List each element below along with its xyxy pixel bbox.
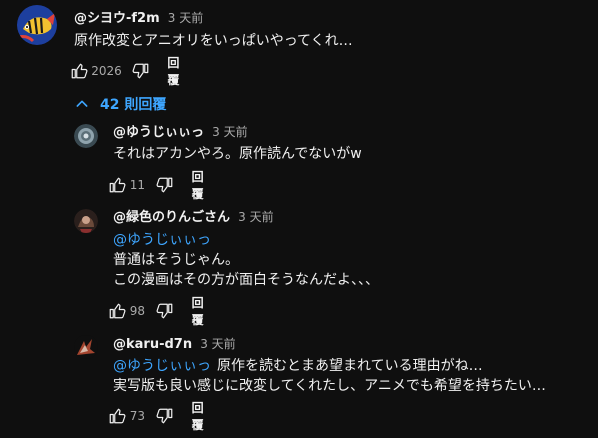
avatar[interactable] xyxy=(17,5,57,45)
comment-time[interactable]: 3 天前 xyxy=(168,11,203,25)
like-count: 2026 xyxy=(91,64,122,78)
avatar[interactable] xyxy=(74,124,98,148)
like-button[interactable] xyxy=(107,173,128,197)
mention-link[interactable]: @ゆうじぃぃっ xyxy=(113,358,211,374)
chevron-up-icon xyxy=(76,100,88,107)
comment-mention-line: @ゆうじぃぃっ xyxy=(113,230,217,250)
replies-toggle-button[interactable]: 42 則回覆 xyxy=(74,94,166,114)
dislike-button[interactable] xyxy=(155,404,176,428)
avatar[interactable] xyxy=(74,209,98,233)
comment-text: 実写版も良い感じに改変してくれたし、アニメでも希望を持ちたい… xyxy=(113,378,546,394)
like-count: 73 xyxy=(129,409,145,423)
replies-count-label: 42 則回覆 xyxy=(100,97,167,113)
avatar[interactable] xyxy=(74,335,98,359)
avatar-image xyxy=(74,209,98,233)
thumbs-up-icon xyxy=(108,302,126,320)
comment-author[interactable]: @karu-d7n xyxy=(113,337,192,352)
reply-button[interactable]: 回覆 xyxy=(167,54,188,88)
comment-text: 原作改変とアニオリをいっぱいやってくれ… xyxy=(74,33,353,49)
avatar-image xyxy=(74,335,98,359)
comment-author[interactable]: @緑色のりんごさん xyxy=(113,210,230,225)
comment-text: 原作を読むとまあ望まれている理由がね… xyxy=(217,358,483,374)
thumbs-up-icon xyxy=(108,176,126,194)
like-count: 98 xyxy=(129,304,145,318)
like-count: 11 xyxy=(129,178,145,192)
comments-section: @シヨウ-f2m 3 天前 原作改変とアニオリをいっぱいやってくれ… 2026 … xyxy=(0,0,598,438)
comment-text: それはアカンやろ。原作読んでないがw xyxy=(113,146,362,162)
comment-header: @karu-d7n 3 天前 xyxy=(113,336,236,353)
comment-header: @シヨウ-f2m 3 天前 xyxy=(74,10,203,27)
thumbs-down-icon xyxy=(156,302,174,320)
reply-button[interactable]: 回覆 xyxy=(192,168,213,202)
like-button[interactable] xyxy=(107,404,128,428)
fish-avatar-image xyxy=(17,5,57,45)
like-button[interactable] xyxy=(107,299,128,323)
comment-text: 普通はそうじゃん。 xyxy=(113,252,239,268)
comment-actions: 98 回覆 xyxy=(107,296,212,327)
thumbs-down-icon xyxy=(156,407,174,425)
comment-actions: 73 回覆 xyxy=(107,401,212,432)
comment-actions: 11 回覆 xyxy=(107,170,212,201)
comment-header: @ゆうじぃぃっ 3 天前 xyxy=(113,124,248,141)
comment-mention-line: @ゆうじぃぃっ 原作を読むとまあ望まれている理由がね… xyxy=(113,356,483,376)
thumbs-down-icon xyxy=(156,176,174,194)
avatar-image xyxy=(74,124,98,148)
dislike-button[interactable] xyxy=(155,299,176,323)
comment-actions: 2026 回覆 xyxy=(68,56,189,87)
thumbs-down-icon xyxy=(132,62,150,80)
mention-link[interactable]: @ゆうじぃぃっ xyxy=(113,232,211,248)
comment-header: @緑色のりんごさん 3 天前 xyxy=(113,209,274,226)
comment-author[interactable]: @シヨウ-f2m xyxy=(74,11,160,26)
comment-text: この漫画はその方が面白そうなんだよ、、、 xyxy=(113,272,379,288)
dislike-button[interactable] xyxy=(130,59,151,83)
comment-time[interactable]: 3 天前 xyxy=(238,210,273,224)
like-button[interactable] xyxy=(68,59,89,83)
thumbs-up-icon xyxy=(108,407,126,425)
comment-author[interactable]: @ゆうじぃぃっ xyxy=(113,125,204,140)
comment-time[interactable]: 3 天前 xyxy=(212,125,247,139)
reply-button[interactable]: 回覆 xyxy=(192,294,213,328)
reply-button[interactable]: 回覆 xyxy=(192,399,213,433)
thumbs-up-icon xyxy=(70,62,88,80)
dislike-button[interactable] xyxy=(155,173,176,197)
comment-time[interactable]: 3 天前 xyxy=(200,337,235,351)
